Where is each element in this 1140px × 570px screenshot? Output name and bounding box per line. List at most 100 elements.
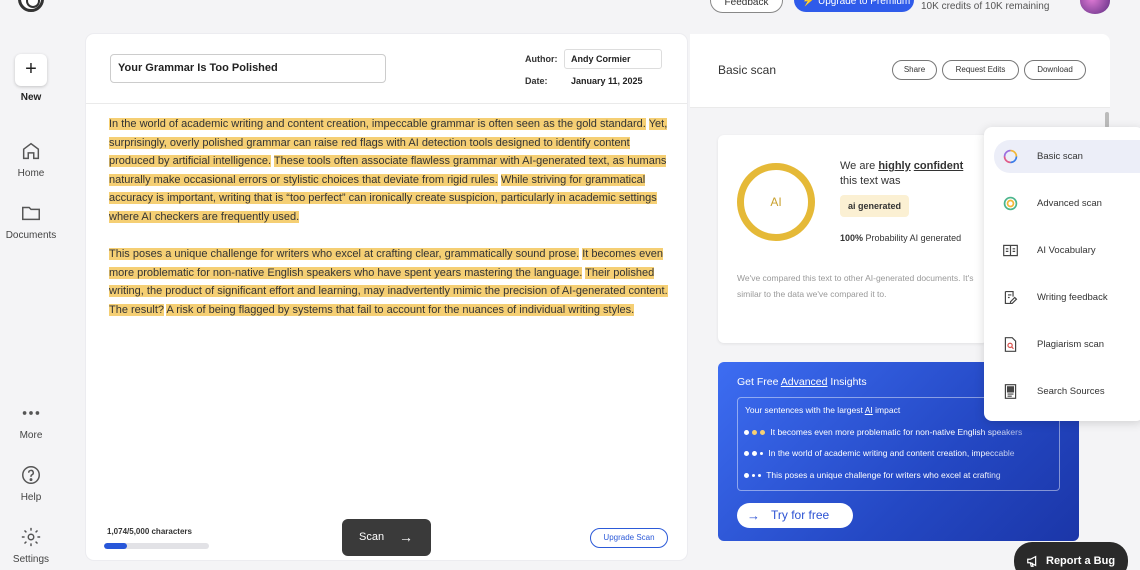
highly-link[interactable]: highly: [878, 160, 910, 172]
ai-link[interactable]: AI: [865, 405, 873, 415]
document-text-area[interactable]: In the world of academic writing and con…: [109, 115, 669, 338]
paragraph-1: In the world of academic writing and con…: [109, 115, 669, 227]
vocabulary-icon: [1003, 244, 1018, 257]
rail-home-label: Home: [17, 168, 45, 179]
sentence-impact-title: Your sentences with the largest AI impac…: [745, 405, 900, 415]
request-edits-button[interactable]: Request Edits: [942, 60, 1019, 80]
impact-sentence: It becomes even more problematic for non…: [770, 427, 1023, 437]
scan-button[interactable]: Scan →: [342, 519, 431, 556]
impact-dot-icon: [760, 452, 763, 456]
plagiarism-icon: [1004, 337, 1017, 352]
author-label: Author:: [525, 54, 558, 64]
menu-item-label: Basic scan: [1037, 151, 1083, 162]
help-icon: [22, 466, 40, 484]
impact-sentence-row[interactable]: In the world of academic writing and con…: [744, 448, 1054, 458]
menu-item-search-sources[interactable]: Search Sources: [994, 375, 1140, 408]
rail-home[interactable]: Home: [0, 140, 62, 179]
arrow-right-icon: →: [747, 508, 760, 523]
rail-help[interactable]: Help: [0, 464, 62, 503]
left-rail: + New Home Documents More Help Settings: [0, 40, 62, 570]
confidence-line: We are highly confident: [840, 160, 963, 172]
plus-icon: +: [15, 54, 47, 86]
editor-card: Your Grammar Is Too Polished Author: And…: [86, 34, 687, 560]
rail-help-label: Help: [20, 492, 42, 503]
gear-icon: [21, 527, 41, 547]
more-icon: [22, 411, 40, 415]
text-was-line: this text was: [840, 175, 901, 187]
upgrade-scan-button[interactable]: Upgrade Scan: [590, 528, 668, 548]
feedback-button[interactable]: Feedback: [710, 0, 783, 13]
advanced-link[interactable]: Advanced: [781, 376, 828, 388]
menu-item-plagiarism-scan[interactable]: Plagiarism scan: [994, 328, 1140, 361]
impact-dot-icon: [752, 430, 757, 436]
rail-new[interactable]: + New: [0, 54, 62, 103]
menu-item-writing-feedback[interactable]: Writing feedback: [994, 281, 1140, 314]
impact-dot-icon: [752, 451, 757, 457]
writing-feedback-icon: [1004, 290, 1018, 305]
probability-value: 100%: [840, 233, 864, 243]
try-for-free-button[interactable]: → Try for free: [737, 503, 853, 528]
impact-dot-icon: [744, 473, 749, 479]
rail-new-label: New: [20, 92, 42, 103]
insights-title: Get Free Advanced Insights: [737, 376, 867, 388]
results-header: Basic scan Share Request Edits Download: [690, 34, 1110, 108]
highlighted-sentence: In the world of academic writing and con…: [109, 118, 646, 130]
search-sources-icon: [1004, 384, 1017, 399]
scan-type-menu: Basic scan Advanced scan AI Vocabulary W…: [984, 127, 1140, 421]
impact-dot-icon: [744, 430, 749, 436]
impact-dot-icon: [744, 451, 749, 457]
editor-divider: [86, 103, 687, 104]
rail-more[interactable]: More: [0, 402, 62, 441]
impact-sentence-row[interactable]: It becomes even more problematic for non…: [744, 427, 1054, 437]
insights-title-post: Insights: [830, 376, 867, 388]
arrow-right-icon: →: [399, 529, 413, 545]
impact-sentence: This poses a unique challenge for writer…: [766, 470, 1001, 480]
results-scrollbar[interactable]: [1105, 112, 1109, 128]
impact-dot-icon: [760, 430, 765, 436]
menu-item-advanced-scan[interactable]: Advanced scan: [994, 187, 1140, 220]
upgrade-premium-button[interactable]: Upgrade to Premium: [794, 0, 914, 12]
date-value: January 11, 2025: [571, 76, 643, 86]
verdict-badge: ai generated: [840, 195, 910, 217]
menu-item-label: Plagiarism scan: [1037, 339, 1105, 350]
credits-remaining: 10K credits of 10K remaining: [921, 1, 1050, 12]
download-button[interactable]: Download: [1024, 60, 1086, 80]
date-label: Date:: [525, 76, 548, 86]
comparison-note: We've compared this text to other AI-gen…: [737, 273, 974, 299]
basic-scan-icon: [1003, 149, 1018, 164]
impact-dot-icon: [758, 474, 761, 478]
app-logo[interactable]: [18, 0, 44, 12]
avatar[interactable]: [1080, 0, 1110, 14]
home-icon: [22, 142, 40, 160]
menu-item-ai-vocabulary[interactable]: AI Vocabulary: [994, 234, 1140, 267]
share-button[interactable]: Share: [892, 60, 937, 80]
scan-button-label: Scan: [359, 531, 385, 543]
insights-title-pre: Get Free: [737, 376, 779, 388]
paragraph-2: This poses a unique challenge for writer…: [109, 245, 669, 319]
highlighted-sentence: A risk of being flagged by systems that …: [166, 303, 635, 316]
results-title: Basic scan: [718, 63, 777, 77]
highlighted-sentence: The result?: [109, 303, 165, 316]
report-bug-label: Report a Bug: [1046, 555, 1116, 567]
probability-line: 100% Probability AI generated: [840, 233, 961, 243]
report-bug-button[interactable]: Report a Bug: [1014, 542, 1128, 570]
rail-settings[interactable]: Settings: [0, 526, 62, 565]
confident-link[interactable]: confident: [914, 160, 964, 172]
probability-text: Probability AI generated: [865, 233, 962, 243]
folder-icon: [22, 206, 40, 221]
impact-sentence-row[interactable]: This poses a unique challenge for writer…: [744, 470, 1054, 480]
ai-score-ring: AI: [737, 163, 815, 241]
rail-documents[interactable]: Documents: [0, 202, 62, 241]
rail-settings-label: Settings: [12, 554, 50, 565]
author-input[interactable]: Andy Cormier: [564, 49, 662, 69]
impact-title-pre: Your sentences with the largest: [745, 405, 863, 415]
menu-item-label: Advanced scan: [1037, 198, 1102, 209]
ai-result-card: AI We are highly confident this text was…: [718, 135, 988, 343]
menu-item-basic-scan[interactable]: Basic scan: [994, 140, 1140, 173]
character-count: 1,074/5,000 characters: [107, 527, 192, 536]
impact-title-post: impact: [875, 405, 901, 415]
try-for-free-label: Try for free: [771, 508, 830, 522]
menu-item-label: Search Sources: [1037, 386, 1105, 397]
advanced-scan-icon: [1003, 196, 1018, 211]
document-title-input[interactable]: Your Grammar Is Too Polished: [110, 54, 386, 83]
